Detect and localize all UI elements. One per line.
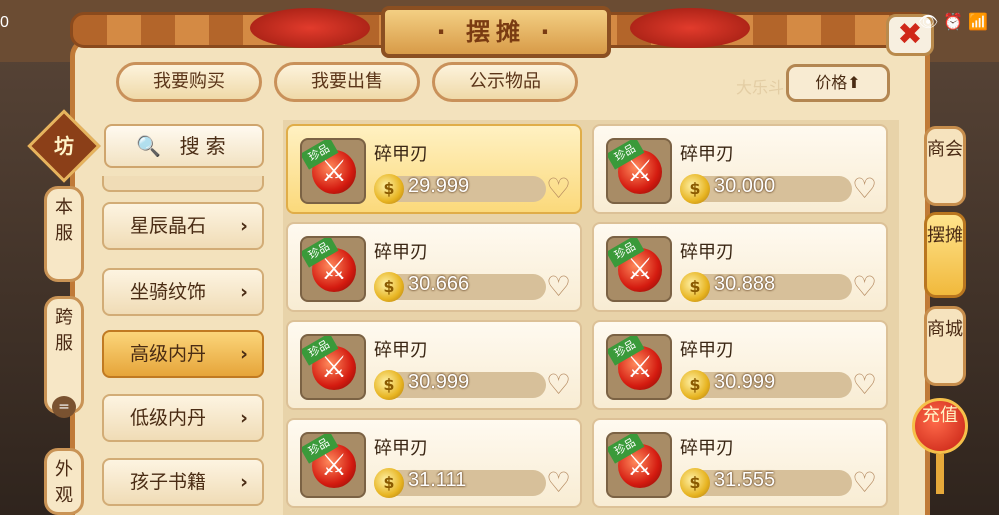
category-label: 孩子书籍 bbox=[130, 471, 207, 493]
watermark-text: 大乐斗 bbox=[736, 78, 785, 97]
coin-icon: $ bbox=[680, 370, 710, 400]
item-name: 碎甲刃 bbox=[680, 438, 734, 459]
item-icon: ⚔ 珍品 bbox=[606, 138, 672, 204]
coin-icon: $ bbox=[374, 174, 404, 204]
search-button[interactable]: 🔍 搜索 bbox=[104, 124, 264, 168]
item-price: 30.888 bbox=[714, 273, 776, 295]
lantern-tassel bbox=[936, 454, 944, 494]
item-card[interactable]: ⚔ 珍品 碎甲刃 $30.888 ♡ bbox=[592, 222, 888, 312]
category-mount-pattern[interactable]: 坐骑纹饰 › bbox=[102, 268, 264, 316]
tab-appearance[interactable]: 外观 bbox=[44, 448, 84, 515]
item-name: 碎甲刃 bbox=[680, 340, 734, 361]
tab-stall[interactable]: 摆摊 bbox=[924, 212, 966, 298]
item-card[interactable]: ⚔ 珍品 碎甲刃 $29.999 ♡ bbox=[286, 124, 582, 214]
page-title: · 摆摊 · bbox=[381, 6, 611, 58]
item-card[interactable]: ⚔ 珍品 碎甲刃 $30.666 ♡ bbox=[286, 222, 582, 312]
sort-by-price-button[interactable]: 价格⬆ bbox=[786, 64, 890, 102]
item-card[interactable]: ⚔ 珍品 碎甲刃 $30.999 ♡ bbox=[286, 320, 582, 410]
item-price: 30.999 bbox=[714, 371, 776, 393]
item-card[interactable]: ⚔ 珍品 碎甲刃 $30.999 ♡ bbox=[592, 320, 888, 410]
item-price: 30.666 bbox=[408, 273, 470, 295]
item-icon: ⚔ 珍品 bbox=[606, 236, 672, 302]
item-icon: ⚔ 珍品 bbox=[300, 138, 366, 204]
category-star-crystal[interactable]: 星辰晶石 › bbox=[102, 202, 264, 250]
chevron-right-icon: › bbox=[240, 215, 248, 237]
item-icon: ⚔ 珍品 bbox=[300, 432, 366, 498]
item-icon: ⚔ 珍品 bbox=[606, 334, 672, 400]
favorite-heart-icon[interactable]: ♡ bbox=[852, 270, 877, 303]
item-price: 29.999 bbox=[408, 175, 470, 197]
coin-icon: $ bbox=[680, 174, 710, 204]
category-list-partial-item bbox=[102, 176, 264, 192]
item-price: 31.555 bbox=[714, 469, 776, 491]
recharge-button[interactable]: 充值 bbox=[912, 398, 968, 454]
item-price: 30.000 bbox=[714, 175, 776, 197]
favorite-heart-icon[interactable]: ♡ bbox=[546, 368, 571, 401]
item-name: 碎甲刃 bbox=[374, 438, 428, 459]
item-name: 碎甲刃 bbox=[680, 242, 734, 263]
tab-public-items[interactable]: 公示物品 bbox=[432, 62, 578, 102]
coin-icon: $ bbox=[374, 370, 404, 400]
category-label: 低级内丹 bbox=[130, 407, 207, 429]
shop-emblem-label: 坊 bbox=[54, 134, 74, 158]
status-time: 0 bbox=[0, 14, 9, 31]
category-child-books[interactable]: 孩子书籍 › bbox=[102, 458, 264, 506]
tab-separator-icon: = bbox=[52, 396, 76, 418]
category-label: 星辰晶石 bbox=[130, 215, 207, 237]
coin-icon: $ bbox=[680, 468, 710, 498]
chevron-right-icon: › bbox=[240, 281, 248, 303]
tab-local-server[interactable]: 本服 bbox=[44, 186, 84, 282]
chevron-right-icon: › bbox=[240, 407, 248, 429]
tab-mall[interactable]: 商城 bbox=[924, 306, 966, 386]
tab-buy[interactable]: 我要购买 bbox=[116, 62, 262, 102]
item-price: 30.999 bbox=[408, 371, 470, 393]
favorite-heart-icon[interactable]: ♡ bbox=[852, 466, 877, 499]
item-card[interactable]: ⚔ 珍品 碎甲刃 $30.000 ♡ bbox=[592, 124, 888, 214]
favorite-heart-icon[interactable]: ♡ bbox=[546, 466, 571, 499]
coin-icon: $ bbox=[374, 272, 404, 302]
tab-sell[interactable]: 我要出售 bbox=[274, 62, 420, 102]
favorite-heart-icon[interactable]: ♡ bbox=[546, 172, 571, 205]
chevron-right-icon: › bbox=[240, 343, 248, 365]
favorite-heart-icon[interactable]: ♡ bbox=[852, 172, 877, 205]
item-name: 碎甲刃 bbox=[374, 144, 428, 165]
item-icon: ⚔ 珍品 bbox=[300, 236, 366, 302]
category-label: 坐骑纹饰 bbox=[130, 281, 207, 303]
category-basic-core[interactable]: 低级内丹 › bbox=[102, 394, 264, 442]
coin-icon: $ bbox=[374, 468, 404, 498]
item-name: 碎甲刃 bbox=[680, 144, 734, 165]
item-name: 碎甲刃 bbox=[374, 242, 428, 263]
item-price: 31.111 bbox=[408, 469, 467, 491]
ribbon-decoration-right bbox=[630, 8, 750, 48]
chevron-right-icon: › bbox=[240, 471, 248, 493]
system-status-icons: 👁 ⏰ 📶 bbox=[918, 12, 989, 31]
item-card[interactable]: ⚔ 珍品 碎甲刃 $31.111 ♡ bbox=[286, 418, 582, 508]
ribbon-decoration-left bbox=[250, 8, 370, 48]
item-icon: ⚔ 珍品 bbox=[606, 432, 672, 498]
item-name: 碎甲刃 bbox=[374, 340, 428, 361]
category-advanced-core[interactable]: 高级内丹 › bbox=[102, 330, 264, 378]
item-icon: ⚔ 珍品 bbox=[300, 334, 366, 400]
favorite-heart-icon[interactable]: ♡ bbox=[852, 368, 877, 401]
favorite-heart-icon[interactable]: ♡ bbox=[546, 270, 571, 303]
category-label: 高级内丹 bbox=[130, 343, 207, 365]
tab-merchant-guild[interactable]: 商会 bbox=[924, 126, 966, 206]
coin-icon: $ bbox=[680, 272, 710, 302]
item-card[interactable]: ⚔ 珍品 碎甲刃 $31.555 ♡ bbox=[592, 418, 888, 508]
